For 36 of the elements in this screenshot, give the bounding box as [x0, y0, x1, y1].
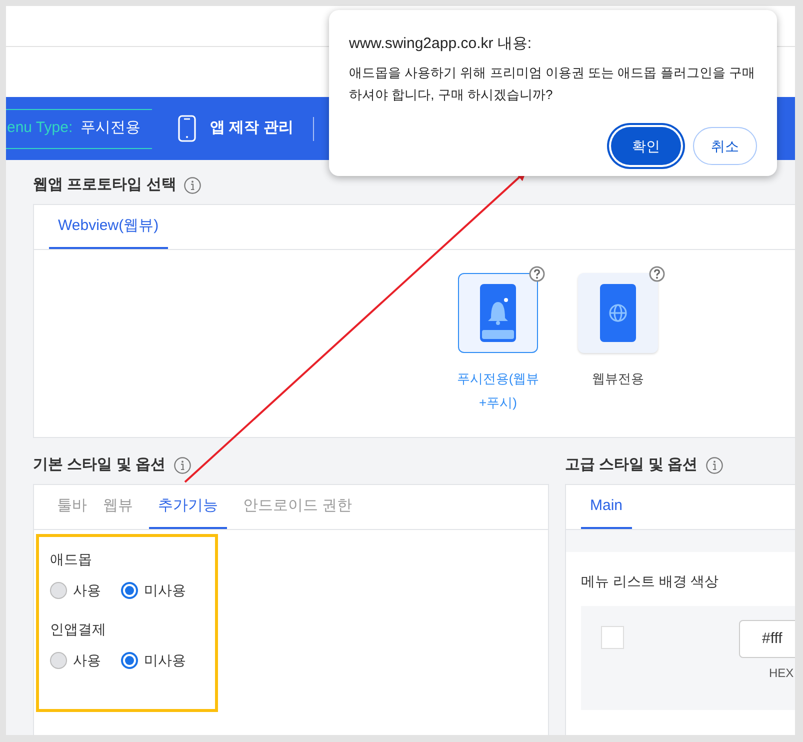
- color-swatch[interactable]: [601, 626, 624, 649]
- tab[interactable]: 웹뷰: [103, 485, 133, 529]
- prototype-tile[interactable]: [458, 273, 538, 353]
- section-heading: 고급 스타일 및 옵션: [565, 454, 698, 475]
- option-label: 인앱결제: [50, 620, 107, 639]
- info-icon[interactable]: [174, 456, 191, 474]
- cancel-button[interactable]: 취소: [693, 127, 757, 165]
- dialog-message: 애드몹을 사용하기 위해 프리미엄 이용권 또는 애드몹 플러그인을 구매하셔야 합니다, 구매 하시겠습니까?: [349, 64, 756, 104]
- dialog-title: www.swing2app.co.kr 내용:: [349, 34, 533, 54]
- field-label: 메뉴 리스트 배경 색상: [581, 572, 720, 591]
- help-icon[interactable]: [529, 266, 545, 282]
- radio-option[interactable]: 사용: [50, 650, 101, 671]
- phone-bell-icon: [480, 284, 516, 342]
- tab[interactable]: 툴바: [57, 485, 87, 529]
- tab[interactable]: 추가기능: [149, 485, 227, 529]
- prototype-tile[interactable]: [578, 273, 658, 353]
- option-label: 애드몹: [50, 550, 93, 569]
- phone-icon: [178, 115, 196, 142]
- tab[interactable]: Webview(웹뷰): [49, 205, 168, 249]
- section-heading: 기본 스타일 및 옵션: [33, 454, 166, 475]
- info-icon[interactable]: [184, 176, 202, 194]
- tile-label: 웹뷰전용: [591, 370, 645, 388]
- help-icon[interactable]: [649, 266, 665, 282]
- phone-globe-icon: [600, 284, 636, 342]
- section-heading: 웹앱 프로토타입 선택: [33, 174, 176, 195]
- radio-option[interactable]: 미사용: [121, 580, 186, 601]
- menu-type-selector[interactable]: enu Type: 푸시전용: [6, 108, 152, 148]
- tile-label: 푸시전용(웹뷰+푸시): [456, 370, 540, 412]
- info-icon[interactable]: [706, 456, 723, 474]
- hex-caption: HEX: [769, 665, 794, 682]
- confirm-button[interactable]: 확인: [611, 127, 681, 165]
- tab[interactable]: 안드로이드 권한: [243, 485, 352, 529]
- radio-option[interactable]: 사용: [50, 580, 101, 601]
- hex-input[interactable]: #fff: [739, 620, 795, 658]
- app-manage-menu[interactable]: 앱 제작 관리: [178, 115, 294, 142]
- radio-option[interactable]: 미사용: [121, 650, 186, 671]
